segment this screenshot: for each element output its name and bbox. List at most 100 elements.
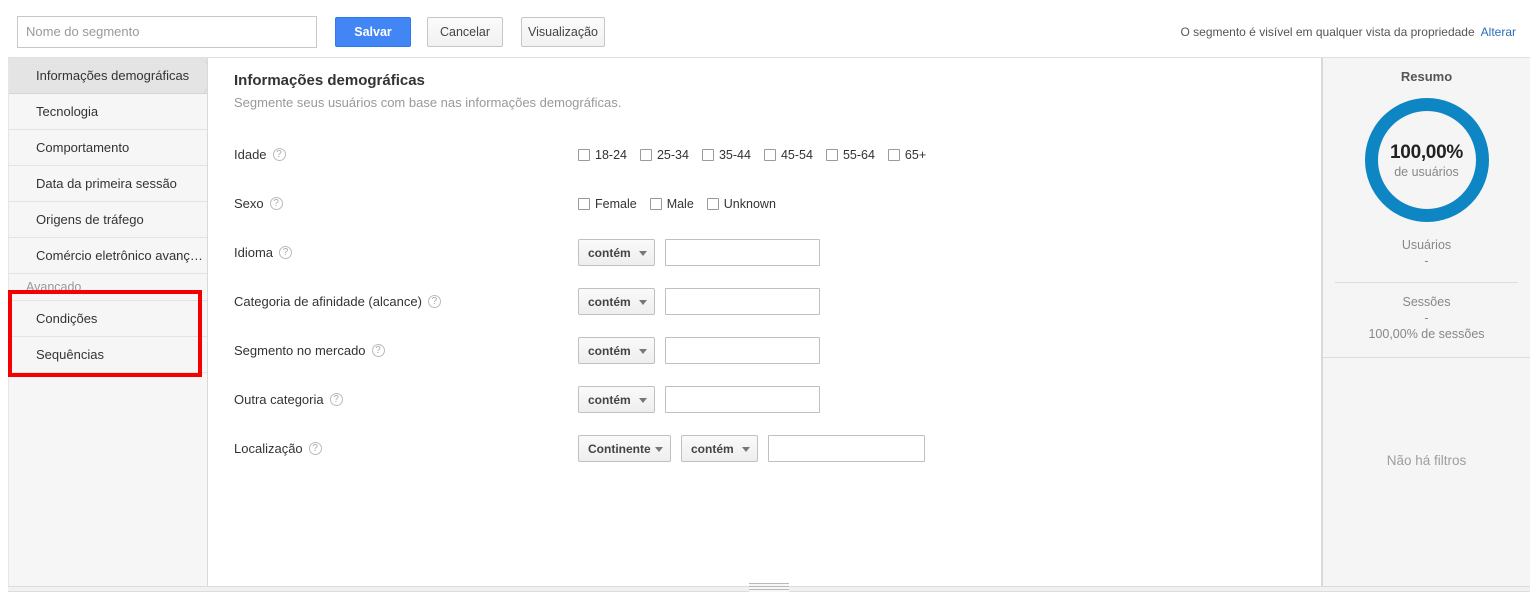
age-checkbox-18-24[interactable]: 18-24 [578, 148, 627, 162]
sidebar-item-behavior[interactable]: Comportamento [9, 130, 207, 166]
chevron-down-icon [655, 446, 663, 452]
save-button[interactable]: Salvar [335, 16, 411, 47]
sidebar-item-enhanced-ecommerce[interactable]: Comércio eletrônico avanç… [9, 238, 207, 274]
sidebar-item-sequences[interactable]: Sequências [9, 337, 207, 373]
change-visibility-link[interactable]: Alterar [1481, 25, 1516, 39]
checkbox-label: 55-64 [842, 147, 875, 162]
checkbox-label: 65+ [904, 147, 927, 162]
gender-checkbox-group: Female Male Unknown [578, 197, 789, 211]
gender-checkbox-unknown[interactable]: Unknown [706, 197, 776, 211]
page-title: Informações demográficas [234, 72, 425, 89]
form-row-language: Idioma ? contém [208, 228, 1321, 277]
preview-button[interactable]: Visualização [521, 16, 605, 47]
help-icon[interactable]: ? [269, 197, 283, 210]
select-value: Continente [588, 441, 651, 456]
language-operator-select[interactable]: contém [578, 239, 655, 266]
age-checkbox-25-34[interactable]: 25-34 [639, 147, 689, 162]
location-label: Localização [234, 441, 303, 456]
form-row-affinity: Categoria de afinidade (alcance) ? conté… [208, 277, 1321, 326]
chevron-down-icon [742, 446, 750, 452]
affinity-label: Categoria de afinidade (alcance) [234, 294, 422, 309]
language-label-group: Idioma ? [208, 245, 578, 260]
help-icon[interactable]: ? [427, 295, 441, 308]
summary-panel: Resumo 100,00% de usuários Usuários - Se… [1322, 58, 1530, 586]
age-checkbox-45-54[interactable]: 45-54 [763, 147, 813, 162]
select-value: contém [588, 245, 631, 260]
location-dimension-select[interactable]: Continente [578, 435, 671, 462]
location-value-input[interactable] [768, 435, 925, 462]
age-checkbox-55-64[interactable]: 55-64 [825, 147, 875, 162]
checkbox-box[interactable] [578, 197, 590, 210]
checkbox-label: Female [595, 196, 637, 211]
no-filters-message: Não há filtros [1386, 453, 1467, 468]
in-market-value-input[interactable] [665, 337, 820, 364]
segment-builder-window: Salvar Cancelar Visualização O segmento … [0, 0, 1538, 598]
sidebar-item-label: Data da primeira sessão [36, 176, 177, 191]
language-label: Idioma [234, 245, 274, 260]
sidebar-nav: Informações demográficas Tecnologia Comp… [8, 58, 208, 586]
help-icon[interactable]: ? [371, 344, 385, 357]
affinity-value-input[interactable] [665, 288, 820, 315]
sidebar-item-traffic-sources[interactable]: Origens de tráfego [9, 202, 207, 238]
help-icon[interactable]: ? [329, 393, 343, 406]
segment-name-input[interactable] [17, 15, 317, 48]
age-checkbox-group: 18-24 25-34 35-44 45-54 55-64 65+ [578, 148, 939, 162]
gender-checkbox-female[interactable]: Female [578, 197, 637, 211]
select-value: contém [691, 441, 734, 456]
sidebar-item-technology[interactable]: Tecnologia [9, 94, 207, 130]
sidebar-item-first-session-date[interactable]: Data da primeira sessão [9, 166, 207, 202]
segment-visibility-note: O segmento é visível em qualquer vista d… [1180, 25, 1516, 39]
language-value-input[interactable] [665, 239, 820, 266]
checkbox-label: 45-54 [780, 147, 813, 162]
checkbox-box[interactable] [578, 148, 590, 161]
other-category-value-input[interactable] [665, 386, 820, 413]
sessions-percent-value: 100,00% de sessões [1368, 327, 1485, 341]
age-checkbox-35-44[interactable]: 35-44 [701, 147, 751, 162]
age-label: Idade [234, 147, 267, 162]
age-checkbox-65-plus[interactable]: 65+ [887, 147, 927, 162]
checkbox-label: 35-44 [718, 147, 751, 162]
resize-grip-handle[interactable] [749, 583, 789, 592]
checkbox-label: Male [666, 196, 694, 211]
sidebar-group-advanced-label: Avançado [9, 274, 207, 301]
checkbox-box[interactable] [649, 197, 662, 210]
help-icon[interactable]: ? [308, 442, 322, 455]
other-category-label-group: Outra categoria ? [208, 392, 578, 407]
sessions-metric-value: - [1424, 311, 1429, 325]
help-icon[interactable]: ? [279, 246, 293, 259]
checkbox-box[interactable] [887, 148, 900, 161]
sidebar-item-demographics[interactable]: Informações demográficas [9, 58, 207, 94]
checkbox-label: 25-34 [656, 147, 689, 162]
in-market-label-group: Segmento no mercado ? [208, 343, 578, 358]
checkbox-box[interactable] [639, 148, 652, 161]
cancel-button[interactable]: Cancelar [427, 16, 503, 47]
users-metric-label: Usuários [1401, 238, 1452, 252]
summary-divider [1335, 282, 1518, 283]
other-category-label: Outra categoria [234, 392, 324, 407]
sidebar-item-label: Tecnologia [36, 104, 99, 119]
checkbox-box[interactable] [706, 197, 719, 210]
chevron-down-icon [639, 397, 647, 403]
sidebar-item-label: Sequências [36, 347, 104, 362]
summary-title: Resumo [1400, 69, 1453, 84]
in-market-label: Segmento no mercado [234, 343, 366, 358]
form-row-location: Localização ? Continente contém [208, 424, 1321, 473]
donut-percent: 100,00% [1390, 141, 1463, 163]
chevron-down-icon [639, 348, 647, 354]
summary-divider-2 [1323, 357, 1530, 358]
page-subtitle: Segmente seus usuários com base nas info… [234, 95, 622, 110]
affinity-operator-select[interactable]: contém [578, 288, 655, 315]
checkbox-box[interactable] [825, 148, 838, 161]
gender-checkbox-male[interactable]: Male [649, 196, 694, 211]
header-bar: Salvar Cancelar Visualização O segmento … [8, 6, 1530, 58]
main-panel: Informações demográficas Segmente seus u… [208, 58, 1322, 586]
other-category-operator-select[interactable]: contém [578, 386, 655, 413]
checkbox-box[interactable] [763, 148, 776, 161]
in-market-operator-select[interactable]: contém [578, 337, 655, 364]
sidebar-item-conditions[interactable]: Condições [9, 301, 207, 337]
sidebar-item-label: Comportamento [36, 140, 130, 155]
checkbox-box[interactable] [701, 148, 714, 161]
location-operator-select[interactable]: contém [681, 435, 758, 462]
visibility-text: O segmento é visível em qualquer vista d… [1180, 24, 1475, 39]
help-icon[interactable]: ? [272, 148, 286, 161]
